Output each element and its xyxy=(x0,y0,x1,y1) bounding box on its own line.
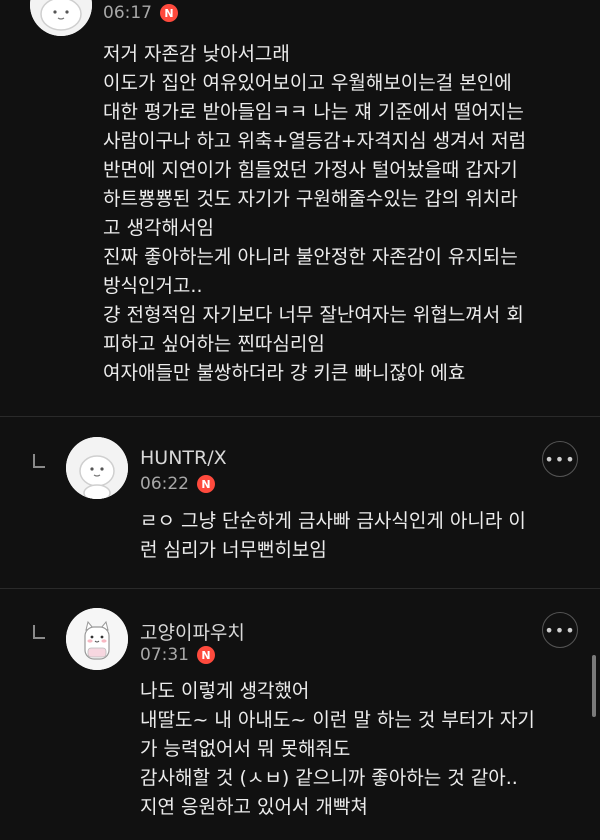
author-name[interactable]: HUNTR/X xyxy=(140,447,227,469)
comment-body: 저거 자존감 낮아서그래 이도가 집안 여유있어보이고 우월해보이는걸 본인에 … xyxy=(103,40,526,388)
divider xyxy=(0,588,600,589)
scrollbar[interactable] xyxy=(592,655,596,717)
cat-pouch-avatar-icon xyxy=(66,608,128,670)
comment-line: 이도가 집안 여유있어보이고 우월해보이는걸 본인에 xyxy=(103,72,512,94)
comment-line: 저거 자존감 낮아서그래 xyxy=(103,43,290,65)
comment-line: 대한 평가로 받아들임ㅋㅋ 나는 쟤 기준에서 떨어지는 xyxy=(103,101,524,123)
comment-line: 감사해할 것 (ㅅㅂ) 같으니까 좋아하는 것 같아.. xyxy=(140,767,518,789)
time-text: 06:17 xyxy=(103,3,152,23)
author-name[interactable]: 고양이파우치 xyxy=(140,618,245,645)
comment-line: 반면에 지연이가 힘들었던 가정사 털어놨을때 갑자기 xyxy=(103,159,518,181)
comment-time: 06:22 N xyxy=(140,474,215,494)
time-text: 07:31 xyxy=(140,645,189,665)
comment-line: 지연 응원하고 있어서 개빡쳐 xyxy=(140,796,368,818)
comment-line: 런 심리가 너무뻔히보임 xyxy=(140,539,327,561)
avatar[interactable] xyxy=(66,608,128,670)
comment-time: 07:31 N xyxy=(140,645,215,665)
avatar[interactable] xyxy=(30,0,92,36)
comment-line: 걍 전형적임 자기보다 너무 잘난여자는 위협느껴서 회 xyxy=(103,304,524,326)
comment-line: 방식인거고.. xyxy=(103,275,203,297)
comment-line: 여자애들만 불쌍하더라 걍 키큰 빠니잖아 에효 xyxy=(103,362,466,384)
comment-line: 피하고 싶어하는 찐따심리임 xyxy=(103,333,325,355)
more-options-button[interactable]: ••• xyxy=(542,441,578,477)
comment-line: 내딸도~ 내 아내도~ 이런 말 하는 것 부터가 자기 xyxy=(140,709,535,731)
comment-line: 가 능력없어서 뭐 못해줘도 xyxy=(140,738,351,760)
default-avatar-icon xyxy=(30,0,92,36)
comment-line: 사람이구나 하고 위축+열등감+자격지심 생겨서 저럼 xyxy=(103,130,527,152)
comment-body: 나도 이렇게 생각했어 내딸도~ 내 아내도~ 이런 말 하는 것 부터가 자기… xyxy=(140,677,535,822)
comment-time: 06:17 N xyxy=(103,3,178,23)
comment-body: ㄹㅇ 그냥 단순하게 금사빠 금사식인게 아니라 이 런 심리가 너무뻔히보임 xyxy=(140,507,526,565)
avatar[interactable] xyxy=(66,437,128,499)
comment-line: 하트뿅뿅된 것도 자기가 구원해줄수있는 갑의 위치라 xyxy=(103,188,518,210)
default-avatar-icon xyxy=(66,437,128,499)
comment-line: 고 생각해서임 xyxy=(103,217,214,239)
new-badge: N xyxy=(197,475,215,493)
comment-line: 진짜 좋아하는게 아니라 불안정한 자존감이 유지되는 xyxy=(103,246,518,268)
divider xyxy=(0,416,600,417)
new-badge: N xyxy=(197,646,215,664)
new-badge: N xyxy=(160,4,178,22)
comment-line: ㄹㅇ 그냥 단순하게 금사빠 금사식인게 아니라 이 xyxy=(140,510,526,532)
comment-line: 나도 이렇게 생각했어 xyxy=(140,680,310,702)
reply-arrow-icon xyxy=(33,625,45,639)
reply-arrow-icon xyxy=(33,454,45,468)
time-text: 06:22 xyxy=(140,474,189,494)
more-options-button[interactable]: ••• xyxy=(542,612,578,648)
